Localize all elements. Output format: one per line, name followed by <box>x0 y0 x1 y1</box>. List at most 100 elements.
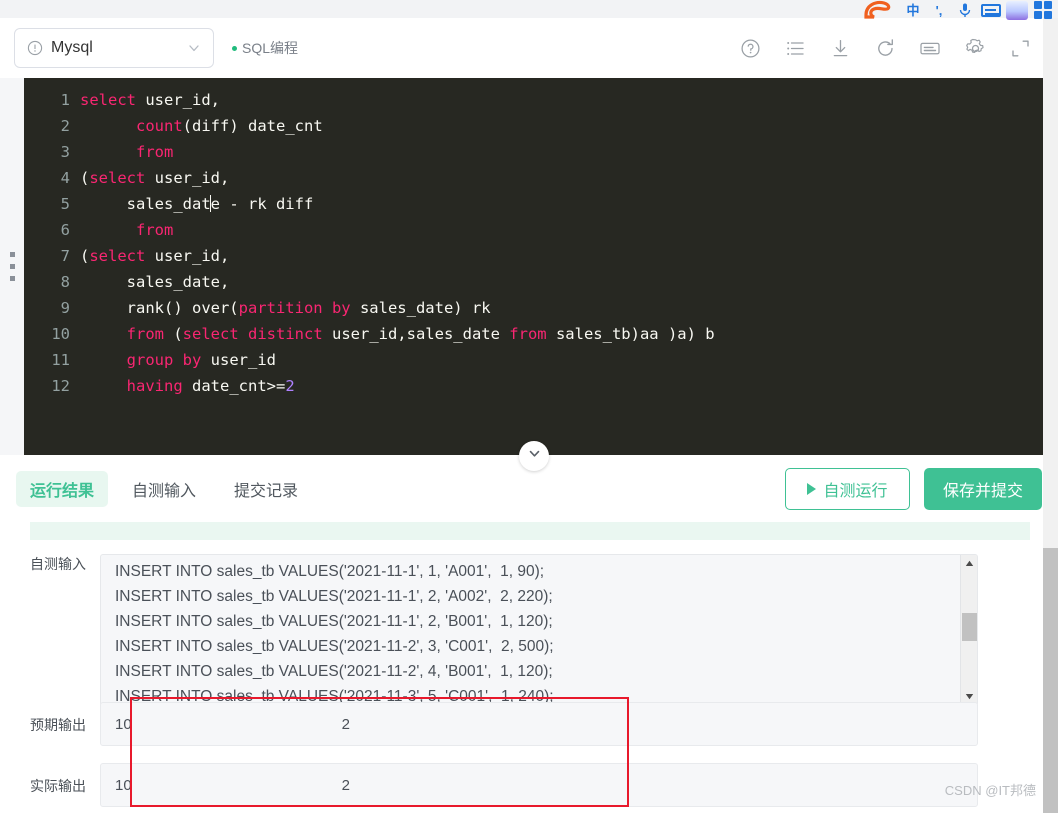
code-token: count <box>136 117 183 135</box>
result-highlight-strip <box>30 522 1030 540</box>
chevron-down-icon <box>527 446 542 466</box>
punctuation-icon[interactable]: ', <box>926 0 952 20</box>
self-test-input-content: INSERT INTO sales_tb VALUES('2021-11-1',… <box>101 555 977 706</box>
download-icon[interactable] <box>828 36 852 60</box>
code-editor[interactable]: 1select user_id,2 count(diff) date_cnt3 … <box>0 78 1058 455</box>
line-number: 12 <box>24 373 80 399</box>
punctuation-label: ', <box>936 4 943 17</box>
code-content[interactable]: 1select user_id,2 count(diff) date_cnt3 … <box>24 78 1058 455</box>
code-line: 11 group by user_id <box>24 347 1058 373</box>
line-number: 8 <box>24 269 80 295</box>
code-token <box>80 143 136 161</box>
actual-output-col1: 10 <box>115 777 290 794</box>
code-token: sales_tb)aa )a) b <box>547 325 715 343</box>
code-token: ( <box>80 247 89 265</box>
code-token: ( <box>80 169 89 187</box>
line-number: 7 <box>24 243 80 269</box>
ime-toolbar[interactable]: 中 ', <box>862 0 1058 20</box>
expected-output-box: 10 2 <box>100 702 978 746</box>
code-token <box>80 351 127 369</box>
code-token: from <box>136 143 173 161</box>
refresh-icon[interactable] <box>873 36 897 60</box>
code-token: user_id,sales_date <box>323 325 510 343</box>
code-token: partition by <box>239 299 351 317</box>
textarea-scrollbar[interactable] <box>960 555 977 705</box>
actual-output-label: 实际输出 <box>0 763 100 796</box>
code-token <box>80 377 127 395</box>
database-select[interactable]: Mysql <box>14 28 214 68</box>
play-icon <box>807 483 816 495</box>
sql-editor-page: 中 ', Mysql SQL编程 <box>0 0 1058 813</box>
tab-submit-records[interactable]: 提交记录 <box>220 471 312 507</box>
line-number: 6 <box>24 217 80 243</box>
save-and-submit-button[interactable]: 保存并提交 <box>924 468 1042 510</box>
tab-submit-records-label: 提交记录 <box>234 477 298 501</box>
skin-icon[interactable] <box>1004 0 1030 20</box>
code-token: user_id, <box>145 247 229 265</box>
expected-output-col1: 10 <box>115 716 290 733</box>
voice-input-icon[interactable] <box>952 0 978 20</box>
status-dot-icon <box>232 46 237 51</box>
help-icon[interactable] <box>738 36 762 60</box>
code-token: select distinct <box>183 325 323 343</box>
code-line: 12 having date_cnt>=2 <box>24 373 1058 399</box>
chinese-mode-icon[interactable]: 中 <box>900 0 926 20</box>
code-line: 6 from <box>24 217 1058 243</box>
code-token: date_cnt>= <box>183 377 286 395</box>
settings-gear-icon[interactable] <box>963 36 987 60</box>
run-self-test-button[interactable]: 自测运行 <box>785 468 910 510</box>
page-scrollbar[interactable] <box>1043 18 1058 813</box>
code-line: 4(select user_id, <box>24 165 1058 191</box>
expected-output-col2: 2 <box>290 716 350 733</box>
self-test-input-line: INSERT INTO sales_tb VALUES('2021-11-2',… <box>115 659 967 684</box>
code-token: 2 <box>285 377 294 395</box>
code-token: select <box>89 169 145 187</box>
keyboard-icon[interactable] <box>918 36 942 60</box>
code-token: having <box>127 377 183 395</box>
database-select-value: Mysql <box>51 39 187 57</box>
code-line: 5 sales_date - rk diff <box>24 191 1058 217</box>
line-number: 3 <box>24 139 80 165</box>
code-token: sales_dat <box>80 195 211 213</box>
keyboard-icon[interactable] <box>978 0 1004 20</box>
self-test-input-label: 自测输入 <box>0 554 100 574</box>
code-line: 8 sales_date, <box>24 269 1058 295</box>
line-number: 10 <box>24 321 80 347</box>
editor-resize-handle[interactable] <box>0 78 24 455</box>
scroll-up-icon[interactable] <box>961 555 978 572</box>
code-token <box>80 325 127 343</box>
app-grid-icon[interactable] <box>1030 0 1056 20</box>
line-number: 1 <box>24 87 80 113</box>
page-scrollbar-thumb[interactable] <box>1043 548 1058 813</box>
exclamation-circle-icon <box>27 40 43 56</box>
code-token: user_id, <box>145 169 229 187</box>
self-test-input-textarea[interactable]: INSERT INTO sales_tb VALUES('2021-11-1',… <box>100 554 978 706</box>
code-token: group by <box>127 351 202 369</box>
code-token: from <box>136 221 173 239</box>
expected-output-label: 预期输出 <box>0 702 100 735</box>
code-token: rank() over( <box>80 299 239 317</box>
tab-self-test-input-label: 自测输入 <box>132 477 196 501</box>
tab-run-result[interactable]: 运行结果 <box>16 471 108 507</box>
code-token: from <box>509 325 546 343</box>
fullscreen-icon[interactable] <box>1008 36 1032 60</box>
code-token: user_id, <box>136 91 220 109</box>
scrollbar-thumb[interactable] <box>962 613 977 641</box>
self-test-input-line: INSERT INTO sales_tb VALUES('2021-11-1',… <box>115 584 967 609</box>
code-line: 10 from (select distinct user_id,sales_d… <box>24 321 1058 347</box>
results-actions: 自测运行 保存并提交 <box>785 468 1042 510</box>
collapse-editor-button[interactable] <box>519 441 549 471</box>
self-test-input-row: 自测输入 INSERT INTO sales_tb VALUES('2021-1… <box>0 554 1030 706</box>
code-token: user_id <box>201 351 276 369</box>
actual-output-row: 实际输出 10 2 <box>0 763 1030 807</box>
list-icon[interactable] <box>783 36 807 60</box>
line-number: 4 <box>24 165 80 191</box>
tab-self-test-input[interactable]: 自测输入 <box>118 471 210 507</box>
self-test-input-line: INSERT INTO sales_tb VALUES('2021-11-2',… <box>115 634 967 659</box>
run-self-test-label: 自测运行 <box>823 477 887 501</box>
sogou-logo-icon[interactable] <box>862 0 896 21</box>
chevron-down-icon <box>187 41 201 55</box>
actual-output-box: 10 2 <box>100 763 978 807</box>
code-line: 9 rank() over(partition by sales_date) r… <box>24 295 1058 321</box>
code-token: (diff) date_cnt <box>183 117 323 135</box>
